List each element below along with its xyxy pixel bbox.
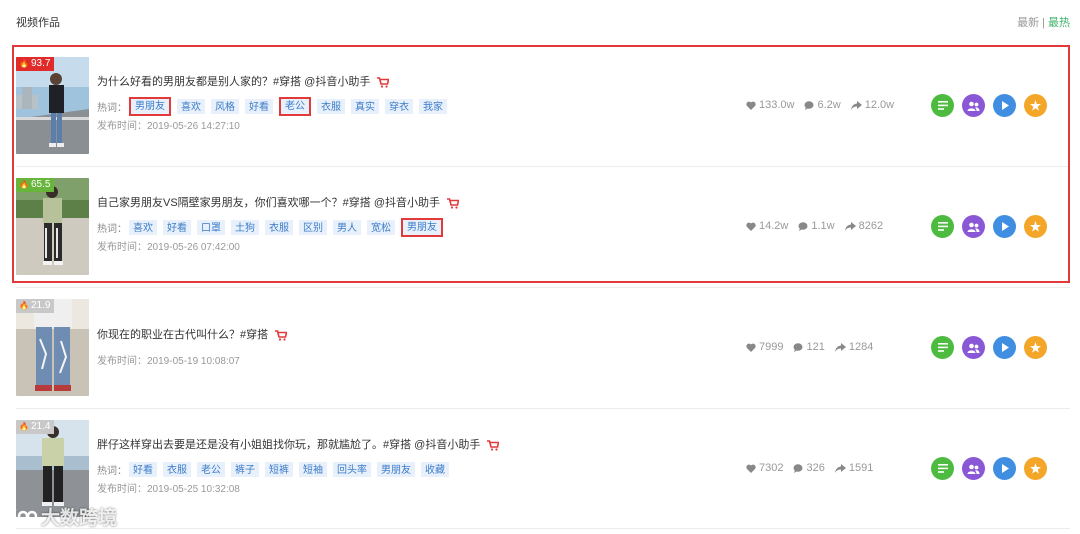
- divider: [16, 528, 1070, 529]
- watermark-logo-icon: [10, 507, 38, 526]
- section-title: 视频作品: [16, 17, 60, 29]
- tag[interactable]: 短袖: [299, 461, 327, 477]
- comments-stat: 326: [793, 462, 825, 474]
- play-icon: [1001, 343, 1009, 352]
- heat-badge: 🔥 21.4: [16, 420, 55, 434]
- shares-stat: 1284: [834, 341, 874, 353]
- fans-button[interactable]: [962, 336, 985, 359]
- fans-icon: [967, 464, 980, 474]
- tag[interactable]: 收藏: [421, 461, 449, 477]
- flame-icon: 🔥: [19, 422, 29, 431]
- shares-count: 1284: [848, 341, 874, 353]
- cart-icon[interactable]: [275, 329, 288, 341]
- tag[interactable]: 短裤: [265, 461, 293, 477]
- divider: [16, 408, 1070, 409]
- hot-words-label: 热词：: [97, 465, 127, 477]
- tag[interactable]: 衣服: [163, 461, 191, 477]
- publish-time: 发布时间：2019-05-19 10:08:07: [97, 356, 240, 367]
- likes-stat: 7999: [746, 341, 783, 353]
- video-title-row: 胖仔这样穿出去要是还是没有小姐姐找你玩，那就尴尬了。#穿搭 @抖音小助手: [97, 437, 717, 453]
- video-thumbnail[interactable]: 🔥 21.9: [16, 299, 89, 396]
- heat-badge: 🔥 21.9: [16, 299, 55, 313]
- list-icon: [937, 464, 948, 473]
- comments-stat: 121: [793, 341, 825, 353]
- video-item[interactable]: 🔥 21.4 胖仔这样穿出去要是还是没有小姐姐找你玩，那就尴尬了。#穿搭 @抖音小…: [16, 420, 1070, 517]
- share-icon: [834, 342, 846, 352]
- favorite-button[interactable]: [1024, 457, 1047, 480]
- comment-icon: [793, 342, 803, 352]
- tag[interactable]: 男朋友: [377, 461, 415, 477]
- cart-icon[interactable]: [487, 439, 500, 451]
- flame-icon: 🔥: [19, 301, 29, 310]
- share-icon: [834, 463, 846, 473]
- hot-words: 热词： 好看 衣服 老公 裤子 短裤 短袖 回头率 男朋友 收藏: [97, 461, 717, 477]
- likes-stat: 7302: [746, 462, 783, 474]
- sort-separator: |: [1042, 17, 1045, 29]
- detail-button[interactable]: [931, 336, 954, 359]
- shares-count: 1591: [848, 462, 874, 474]
- video-title-row: 你现在的职业在古代叫什么？#穿搭: [97, 327, 717, 343]
- sort-switch: 最新 | 最热: [1017, 14, 1070, 30]
- likes-count: 7999: [759, 341, 784, 353]
- video-stats: 7302 326 1591: [746, 462, 926, 474]
- publish-time: 发布时间：2019-05-25 10:32:08: [97, 484, 240, 495]
- video-info: 你现在的职业在古代叫什么？#穿搭 发布时间：2019-05-19 10:08:0…: [97, 299, 717, 369]
- star-icon: [1030, 463, 1041, 474]
- heat-value: 21.9: [30, 300, 51, 311]
- tag[interactable]: 裤子: [231, 461, 259, 477]
- comment-icon: [793, 463, 803, 473]
- tag[interactable]: 好看: [129, 461, 157, 477]
- sort-hottest-link[interactable]: 最热: [1048, 17, 1070, 29]
- list-icon: [937, 343, 948, 352]
- likes-count: 7302: [759, 462, 784, 474]
- watermark-text: 大数跨境: [41, 508, 118, 529]
- heat-value: 21.4: [30, 421, 51, 432]
- video-stats: 7999 121 1284: [746, 341, 926, 353]
- video-info: 胖仔这样穿出去要是还是没有小姐姐找你玩，那就尴尬了。#穿搭 @抖音小助手 热词：…: [97, 420, 717, 497]
- video-item[interactable]: 🔥 21.9 你现在的职业在古代叫什么？#穿搭 发布时间：2019-05-19 1…: [16, 299, 1070, 396]
- star-icon: [1030, 342, 1041, 353]
- favorite-button[interactable]: [1024, 336, 1047, 359]
- video-title[interactable]: 你现在的职业在古代叫什么？#穿搭: [97, 327, 268, 343]
- fans-icon: [967, 343, 980, 353]
- detail-button[interactable]: [931, 457, 954, 480]
- highlight-box: [12, 45, 1070, 283]
- video-actions: [931, 336, 1047, 359]
- play-button[interactable]: [993, 457, 1016, 480]
- section-header: 视频作品 最新 | 最热: [16, 14, 1070, 30]
- comments-count: 326: [806, 462, 825, 474]
- shares-stat: 1591: [834, 462, 874, 474]
- video-actions: [931, 457, 1047, 480]
- watermark: 大数跨境: [8, 503, 117, 530]
- sort-newest-link[interactable]: 最新: [1017, 17, 1039, 29]
- divider: [16, 287, 1070, 288]
- heart-icon: [746, 464, 756, 473]
- comments-count: 121: [806, 341, 825, 353]
- tag[interactable]: 回头率: [333, 461, 371, 477]
- fans-button[interactable]: [962, 457, 985, 480]
- play-button[interactable]: [993, 336, 1016, 359]
- heart-icon: [746, 343, 756, 352]
- tag[interactable]: 老公: [197, 461, 225, 477]
- video-title[interactable]: 胖仔这样穿出去要是还是没有小姐姐找你玩，那就尴尬了。#穿搭 @抖音小助手: [97, 437, 480, 453]
- play-icon: [1001, 464, 1009, 473]
